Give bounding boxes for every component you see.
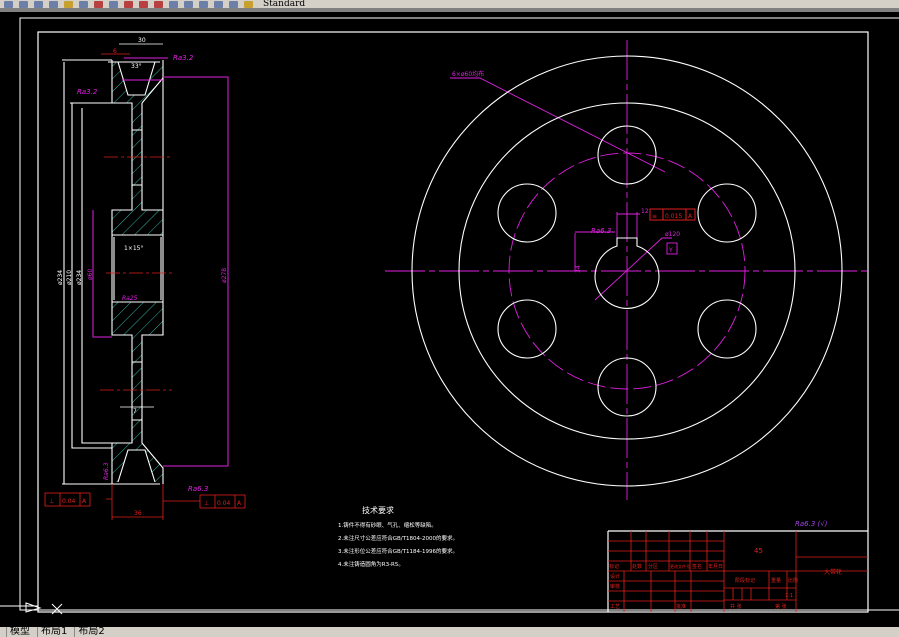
toolbar-button[interactable] [109,1,118,8]
section-view: 30 33° 7 1×15° 36 6 ø234 ø210 ø234 ø60 ø… [44,37,246,520]
dim-d1: ø234 [57,270,64,285]
toolbar: Standard [0,0,899,9]
layout-tabs: 模型 布局1 布局2 [0,627,899,637]
toolbar-button[interactable] [19,1,28,8]
toolbar-button[interactable] [34,1,43,8]
toolbar-button[interactable] [64,1,73,8]
layer-dropdown[interactable]: Standard [263,0,305,8]
header-cell: 分区 [648,563,658,570]
bore-roughness: Ra6.3 [591,227,611,235]
roughness-groove-left: Ra6.3 [103,462,110,480]
toolbar-button[interactable] [4,1,13,8]
help-icon[interactable] [214,1,223,8]
weight-label: 重量 [771,577,781,584]
front-view: 6×ø60均布 12 ≡ 0.015 A 34 Ra6.3 ø120 Y [385,40,870,500]
row-label: 设计 [610,573,620,580]
keyway-width: 12 [641,208,649,215]
datum-label: Y [668,247,673,254]
tol-left-datum: A [82,498,87,505]
roughness-bore: Ra25 [122,295,138,302]
header-cell: 年月日 [708,563,723,570]
dim-d5: ø278 [221,268,228,283]
hole-note: 6×ø60均布 [452,70,484,78]
toolbar-button[interactable] [199,1,208,8]
tab-layout1[interactable]: 布局1 [37,627,70,637]
toolbar-button[interactable] [184,1,193,8]
material: 45 [754,547,763,555]
dim-width-top: 30 [138,37,146,44]
keyway-tol-value: 0.015 [665,213,682,220]
web-hole [697,299,757,359]
header-cell: 签名 [692,563,702,570]
tol-right-value: 0.04 [217,500,231,507]
toolbar-button[interactable] [169,1,178,8]
header-cell: 标记 [609,563,619,570]
drawing-canvas[interactable]: 30 33° 7 1×15° 36 6 ø234 ø210 ø234 ø60 ø… [0,12,899,627]
roughness-top-right: Ra3.2 [173,54,194,62]
dim-d2: ø210 [66,270,73,285]
tol-right-symbol: ⊥ [204,500,209,507]
part-name: 大带轮 [824,568,842,576]
dim-width-bottom: 36 [134,510,142,517]
zoom-icon[interactable] [124,1,133,8]
zoom-icon[interactable] [154,1,163,8]
web-hole [497,299,557,359]
toolbar-button[interactable] [79,1,88,8]
roughness-left: Ra3.2 [77,88,98,96]
dim-groove-angle: 33° [131,63,142,70]
note-item: 3.未注形位公差应符合GB/T1184-1996的要求。 [338,547,458,555]
header-cell: 处数 [632,563,642,570]
dim-d4: ø60 [87,269,94,280]
row-label: 审核 [610,583,620,590]
toolbar-button[interactable] [94,1,103,8]
row-label: 工艺 [610,604,620,610]
keyway-tol-symbol: ≡ [652,213,657,220]
roughness-bottom-right: Ra6.3 [188,485,208,493]
scale-label: 比例 [788,577,798,584]
note-item: 1.铸件不得有砂眼、气孔、缩松等缺陷。 [338,521,437,529]
scale-value: 1:1 [785,593,793,599]
general-roughness: Ra6.3 (√) [795,520,828,528]
keyway-tol-datum: A [688,213,693,220]
stage-label: 阶段标记 [735,577,755,584]
layer-state-icon[interactable] [244,1,253,8]
tol-left-value: 0.04 [62,498,76,505]
sheet-number: 第 张 [775,603,787,610]
dim-d3: ø234 [76,270,83,285]
keyway-depth: 34 [575,265,582,273]
layer-icon[interactable] [229,1,238,8]
web-hole [497,183,557,243]
dim-web: 7 [133,408,137,415]
bore-dia: ø120 [665,231,680,238]
toolbar-button[interactable] [49,1,58,8]
header-cell: 更改文件号 [670,563,690,569]
tab-layout2[interactable]: 布局2 [74,627,107,637]
notes-title: 技术要求 [362,505,394,515]
title-block: 45 大带轮 标记 处数 分区 更改文件号 签名 年月日 设计 审核 工艺 批准… [607,530,868,612]
technical-notes: 技术要求 1.铸件不得有砂眼、气孔、缩松等缺陷。 2.未注尺寸公差应符合GB/T… [338,505,458,568]
approve-label: 批准 [676,603,686,610]
note-item: 4.未注铸造圆角为R3-R5。 [338,560,404,568]
sheets-total: 共 张 [730,603,742,610]
tab-model[interactable]: 模型 [6,627,33,637]
dim-groove-offset: 6 [113,48,117,55]
note-item: 2.未注尺寸公差应符合GB/T1804-2000的要求。 [338,534,458,542]
zoom-icon[interactable] [139,1,148,8]
tol-left-symbol: ⊥ [49,498,54,505]
web-hole [697,183,757,243]
tol-right-datum: A [237,500,242,507]
dim-chamfer: 1×15° [124,245,143,252]
